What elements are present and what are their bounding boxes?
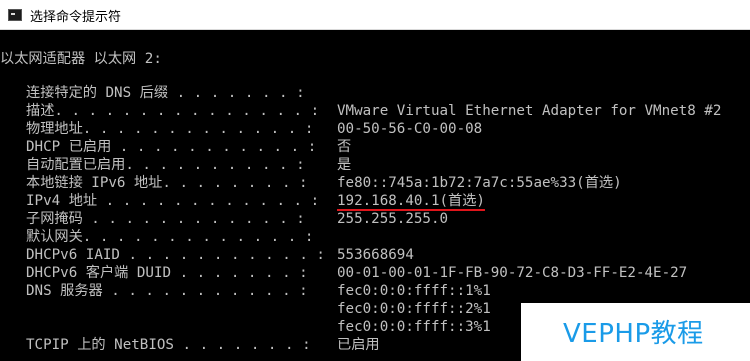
dhcpv6-iaid-value: 553668694: [337, 247, 414, 263]
watermark: VEPHP教程: [521, 303, 750, 361]
ipv6-address-label: 本地链接 IPv6 地址. . . . . . . . :: [26, 175, 308, 191]
ipv4-address-label: IPv4 地址 . . . . . . . . . . . . :: [26, 193, 320, 209]
netbios-value: 已启用: [337, 337, 380, 353]
ipv6-address-value: fe80::745a:1b72:7a7c:55ae%33(首选): [337, 175, 622, 191]
default-gateway-label: 默认网关. . . . . . . . . . . . . :: [26, 229, 314, 245]
dns-server-3: fec0:0:0:ffff::3%1: [337, 319, 491, 335]
ipv4-address-value: 192.168.40.1(首选): [337, 193, 485, 209]
autoconfig-label: 自动配置已启用. . . . . . . . . . :: [26, 157, 305, 173]
title-bar[interactable]: 选择命令提示符: [0, 0, 750, 30]
autoconfig-value: 是: [337, 157, 352, 173]
description-value: VMware Virtual Ethernet Adapter for VMne…: [337, 103, 722, 119]
dhcpv6-iaid-label: DHCPv6 IAID . . . . . . . . . . . :: [26, 247, 325, 263]
dns-suffix-label: 连接特定的 DNS 后缀 . . . . . . . :: [26, 85, 305, 101]
dhcp-enabled-label: DHCP 已启用 . . . . . . . . . . . :: [26, 139, 317, 155]
dhcpv6-duid-value: 00-01-00-01-1F-FB-90-72-C8-D3-FF-E2-4E-2…: [337, 265, 688, 281]
dhcpv6-duid-label: DHCPv6 客户端 DUID . . . . . . . :: [26, 265, 308, 281]
command-prompt-icon: [8, 9, 22, 21]
netbios-label: TCPIP 上的 NetBIOS . . . . . . . :: [26, 337, 311, 353]
subnet-mask-label: 子网掩码 . . . . . . . . . . . . :: [26, 211, 305, 227]
dns-server-1: fec0:0:0:ffff::1%1: [337, 283, 491, 299]
physical-address-value: 00-50-56-C0-00-08: [337, 121, 483, 137]
watermark-text: VEPHP教程: [563, 319, 704, 349]
description-label: 描述. . . . . . . . . . . . . . . :: [26, 103, 320, 119]
physical-address-label: 物理地址. . . . . . . . . . . . . :: [26, 121, 314, 137]
adapter-section-header: 以太网适配器 以太网 2:: [0, 51, 162, 67]
window-title: 选择命令提示符: [30, 10, 122, 25]
dns-server-2: fec0:0:0:ffff::2%1: [337, 301, 491, 317]
dhcp-enabled-value: 否: [337, 139, 352, 155]
dns-servers-label: DNS 服务器 . . . . . . . . . . . :: [26, 283, 308, 299]
subnet-mask-value: 255.255.255.0: [337, 211, 449, 227]
